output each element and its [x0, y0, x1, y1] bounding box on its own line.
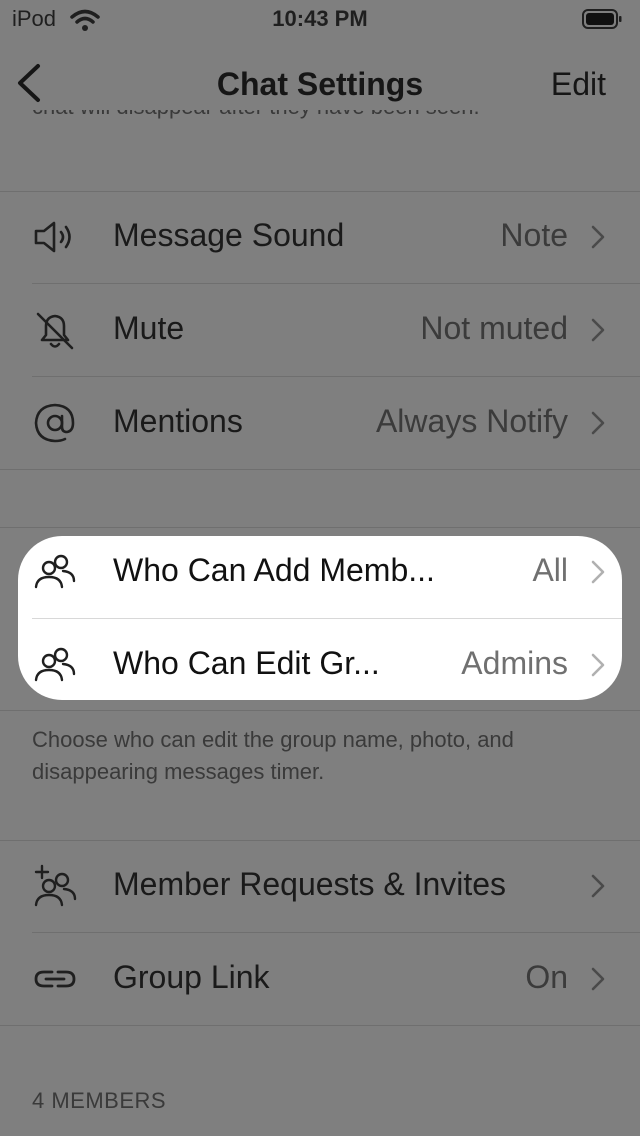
mute-row[interactable]: Mute Not muted — [0, 284, 640, 376]
link-icon — [34, 970, 76, 988]
member-requests-row[interactable]: Member Requests & Invites — [0, 840, 640, 932]
section-divider — [0, 469, 640, 470]
who-can-add-members-row[interactable]: Who Can Add Memb... All — [0, 526, 640, 618]
edit-button[interactable]: Edit — [551, 66, 606, 103]
section-divider — [0, 1025, 640, 1026]
chevron-right-icon — [591, 225, 605, 249]
group-link-value: On — [525, 959, 568, 995]
status-bar: iPod 10:43 PM — [0, 0, 640, 40]
chevron-right-icon — [591, 874, 605, 898]
disappearing-messages-description: chat will disappear after they have been… — [32, 110, 480, 132]
message-sound-row[interactable]: Message Sound Note — [0, 191, 640, 283]
mute-label: Mute — [113, 310, 185, 346]
mentions-row[interactable]: Mentions Always Notify — [0, 377, 640, 469]
group-icon — [34, 554, 76, 589]
permissions-footer-note: Choose who can edit the group name, phot… — [32, 727, 514, 784]
permissions-card: Who Can Add Memb... All Who Can Edit Gr.… — [18, 536, 622, 700]
section-divider — [0, 710, 640, 711]
speaker-icon — [34, 221, 71, 253]
who-can-edit-group-row[interactable]: Who Can Edit Gr... Admins — [0, 619, 640, 711]
mute-value: Not muted — [420, 310, 568, 346]
group-link-row[interactable]: Group Link On — [0, 933, 640, 1025]
bell-slash-icon — [36, 312, 74, 350]
mentions-value: Always Notify — [375, 403, 568, 439]
who-can-edit-group-value: Admins — [461, 645, 568, 681]
chevron-right-icon — [591, 967, 605, 991]
at-sign-icon — [34, 403, 75, 443]
who-can-add-members-label: Who Can Add Memb... — [113, 552, 435, 588]
who-can-edit-group-label: Who Can Edit Gr... — [113, 645, 380, 681]
group-link-label: Group Link — [113, 959, 270, 995]
members-section-header: 4 MEMBERS — [32, 1088, 167, 1113]
page-title: Chat Settings — [216, 66, 424, 102]
chevron-right-icon — [591, 411, 605, 435]
message-sound-value: Note — [500, 217, 568, 253]
battery-icon — [582, 9, 622, 29]
group-add-icon — [34, 864, 77, 907]
chevron-right-icon — [591, 318, 605, 342]
chevron-right-icon — [591, 560, 605, 584]
group-icon — [34, 647, 76, 682]
mentions-label: Mentions — [113, 403, 243, 439]
message-sound-label: Message Sound — [113, 217, 345, 253]
chevron-right-icon — [591, 653, 605, 677]
member-requests-label: Member Requests & Invites — [113, 866, 507, 902]
status-time: 10:43 PM — [272, 6, 368, 31]
who-can-add-members-value: All — [532, 552, 568, 588]
